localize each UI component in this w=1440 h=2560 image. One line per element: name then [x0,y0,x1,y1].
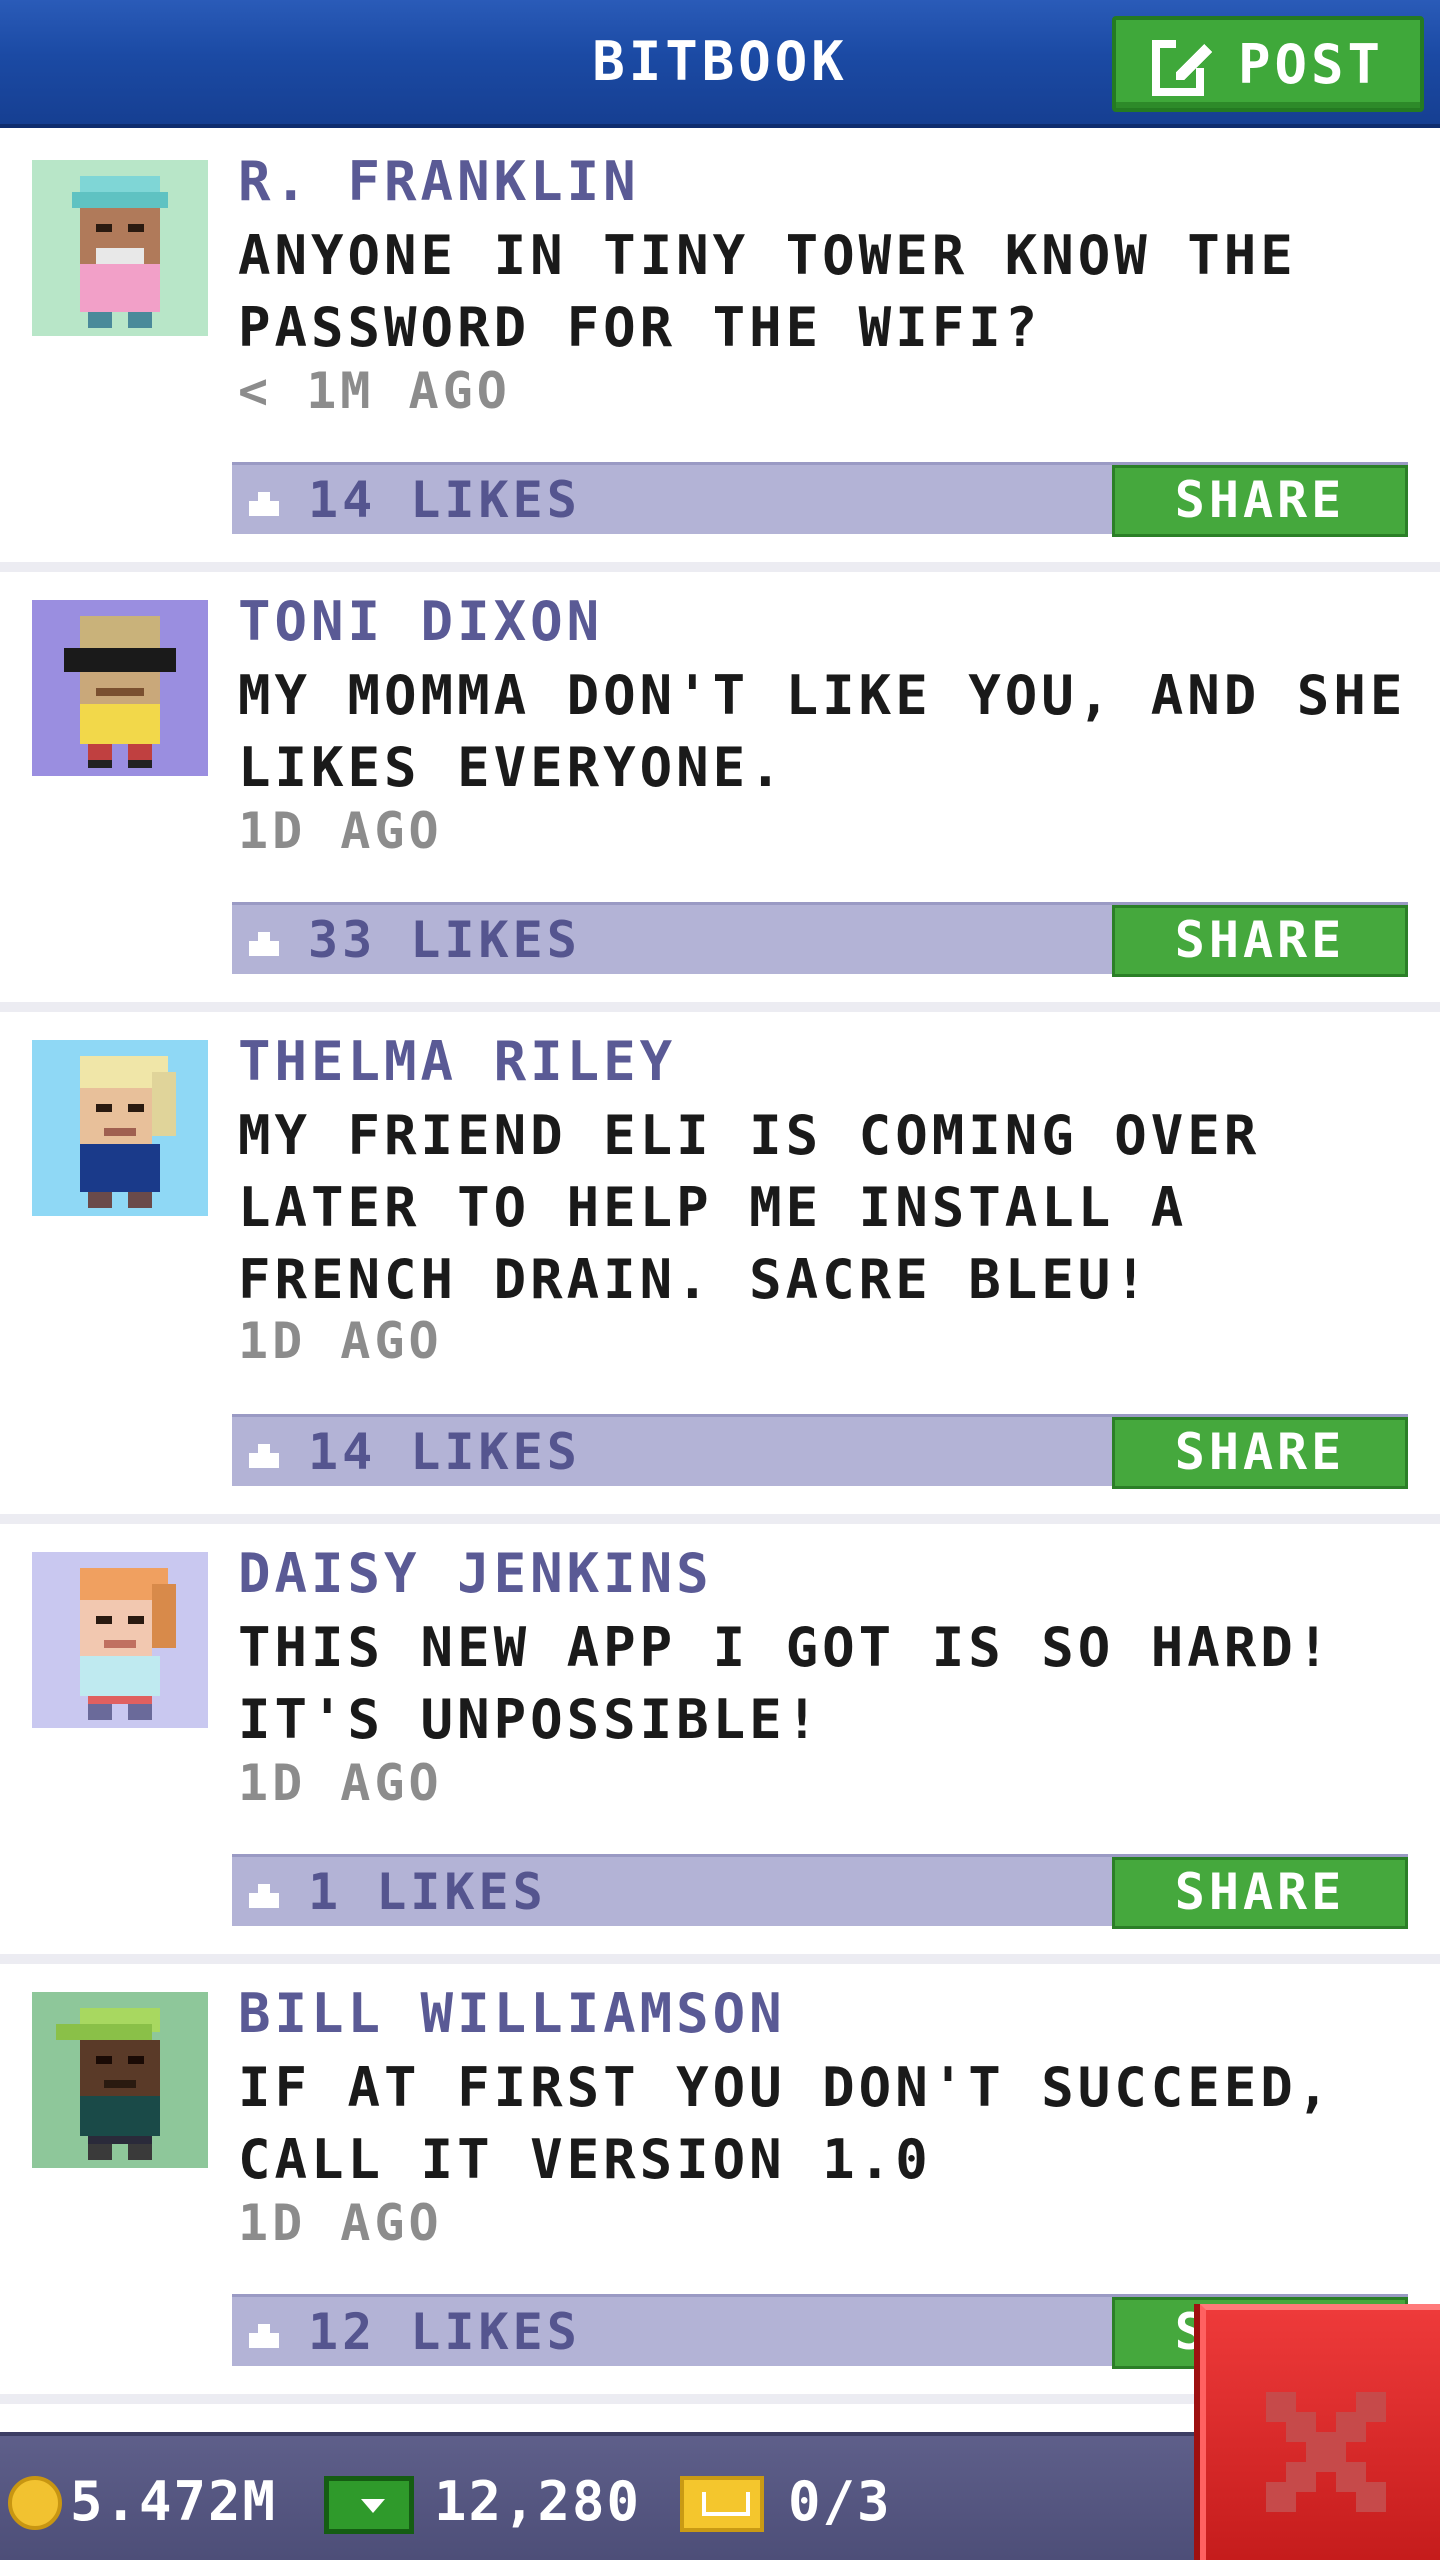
feed-post: R. FRANKLIN ANYONE IN TINY TOWER KNOW TH… [0,132,1440,572]
post-author: DAISY JENKINS [238,1542,713,1605]
like-icon[interactable] [246,483,282,519]
bux-icon [324,2476,414,2534]
post-message: MY FRIEND ELI IS COMING OVER LATER TO HE… [238,1104,1261,1311]
feed-post: THELMA RILEY MY FRIEND ELI IS COMING OVE… [0,1012,1440,1524]
coin-icon [8,2476,62,2530]
post-message: THIS NEW APP I GOT IS SO HARD! IT'S UNPO… [238,1616,1334,1751]
post-time: 1D AGO [238,2194,443,2252]
avatar[interactable] [32,1040,208,1216]
post-time: 1D AGO [238,1312,443,1370]
likes-count: 14 LIKES [308,471,581,529]
feed-post: DAISY JENKINS THIS NEW APP I GOT IS SO H… [0,1524,1440,1964]
likes-count: 12 LIKES [308,2303,581,2361]
likes-bar: 14 LIKES SHARE [232,462,1408,537]
avatar[interactable] [32,160,208,336]
post-author: BILL WILLIAMSON [238,1982,786,2045]
compose-icon [1151,36,1212,96]
likes-count: 33 LIKES [308,911,581,969]
post-feed: R. FRANKLIN ANYONE IN TINY TOWER KNOW TH… [0,132,1440,2404]
bux-amount: 12,280 [434,2470,642,2533]
avatar[interactable] [32,1552,208,1728]
share-button[interactable]: SHARE [1112,1417,1408,1489]
avatar[interactable] [32,1992,208,2168]
like-icon[interactable] [246,2315,282,2351]
like-icon[interactable] [246,1875,282,1911]
avatar[interactable] [32,600,208,776]
feed-post: TONI DIXON MY MOMMA DON'T LIKE YOU, AND … [0,572,1440,1012]
post-time: 1D AGO [238,1754,443,1812]
close-button[interactable] [1200,2304,1440,2560]
coins-amount: 5.472M [70,2470,278,2533]
likes-bar: 33 LIKES SHARE [232,902,1408,977]
post-message: MY MOMMA DON'T LIKE YOU, AND SHE LIKES E… [238,664,1407,799]
post-author: THELMA RILEY [238,1030,677,1093]
share-button[interactable]: SHARE [1112,1857,1408,1929]
tickets-count: 0/3 [788,2470,892,2533]
post-time: 1D AGO [238,802,443,860]
likes-count: 1 LIKES [308,1863,547,1921]
post-button[interactable]: POST [1112,16,1424,112]
share-button[interactable]: SHARE [1112,905,1408,977]
post-button-label: POST [1237,32,1385,96]
post-author: TONI DIXON [238,590,604,653]
likes-bar: 14 LIKES SHARE [232,1414,1408,1489]
like-icon[interactable] [246,1435,282,1471]
close-icon [1266,2392,1386,2512]
ticket-icon [680,2476,764,2532]
post-message: IF AT FIRST YOU DON'T SUCCEED, CALL IT V… [238,2056,1334,2191]
post-author: R. FRANKLIN [238,150,640,213]
likes-bar: 1 LIKES SHARE [232,1854,1408,1929]
top-bar: BITBOOK POST [0,0,1440,128]
post-message: ANYONE IN TINY TOWER KNOW THE PASSWORD F… [238,224,1297,359]
likes-count: 14 LIKES [308,1423,581,1481]
share-button[interactable]: SHARE [1112,465,1408,537]
post-time: < 1M AGO [238,362,511,420]
like-icon[interactable] [246,923,282,959]
